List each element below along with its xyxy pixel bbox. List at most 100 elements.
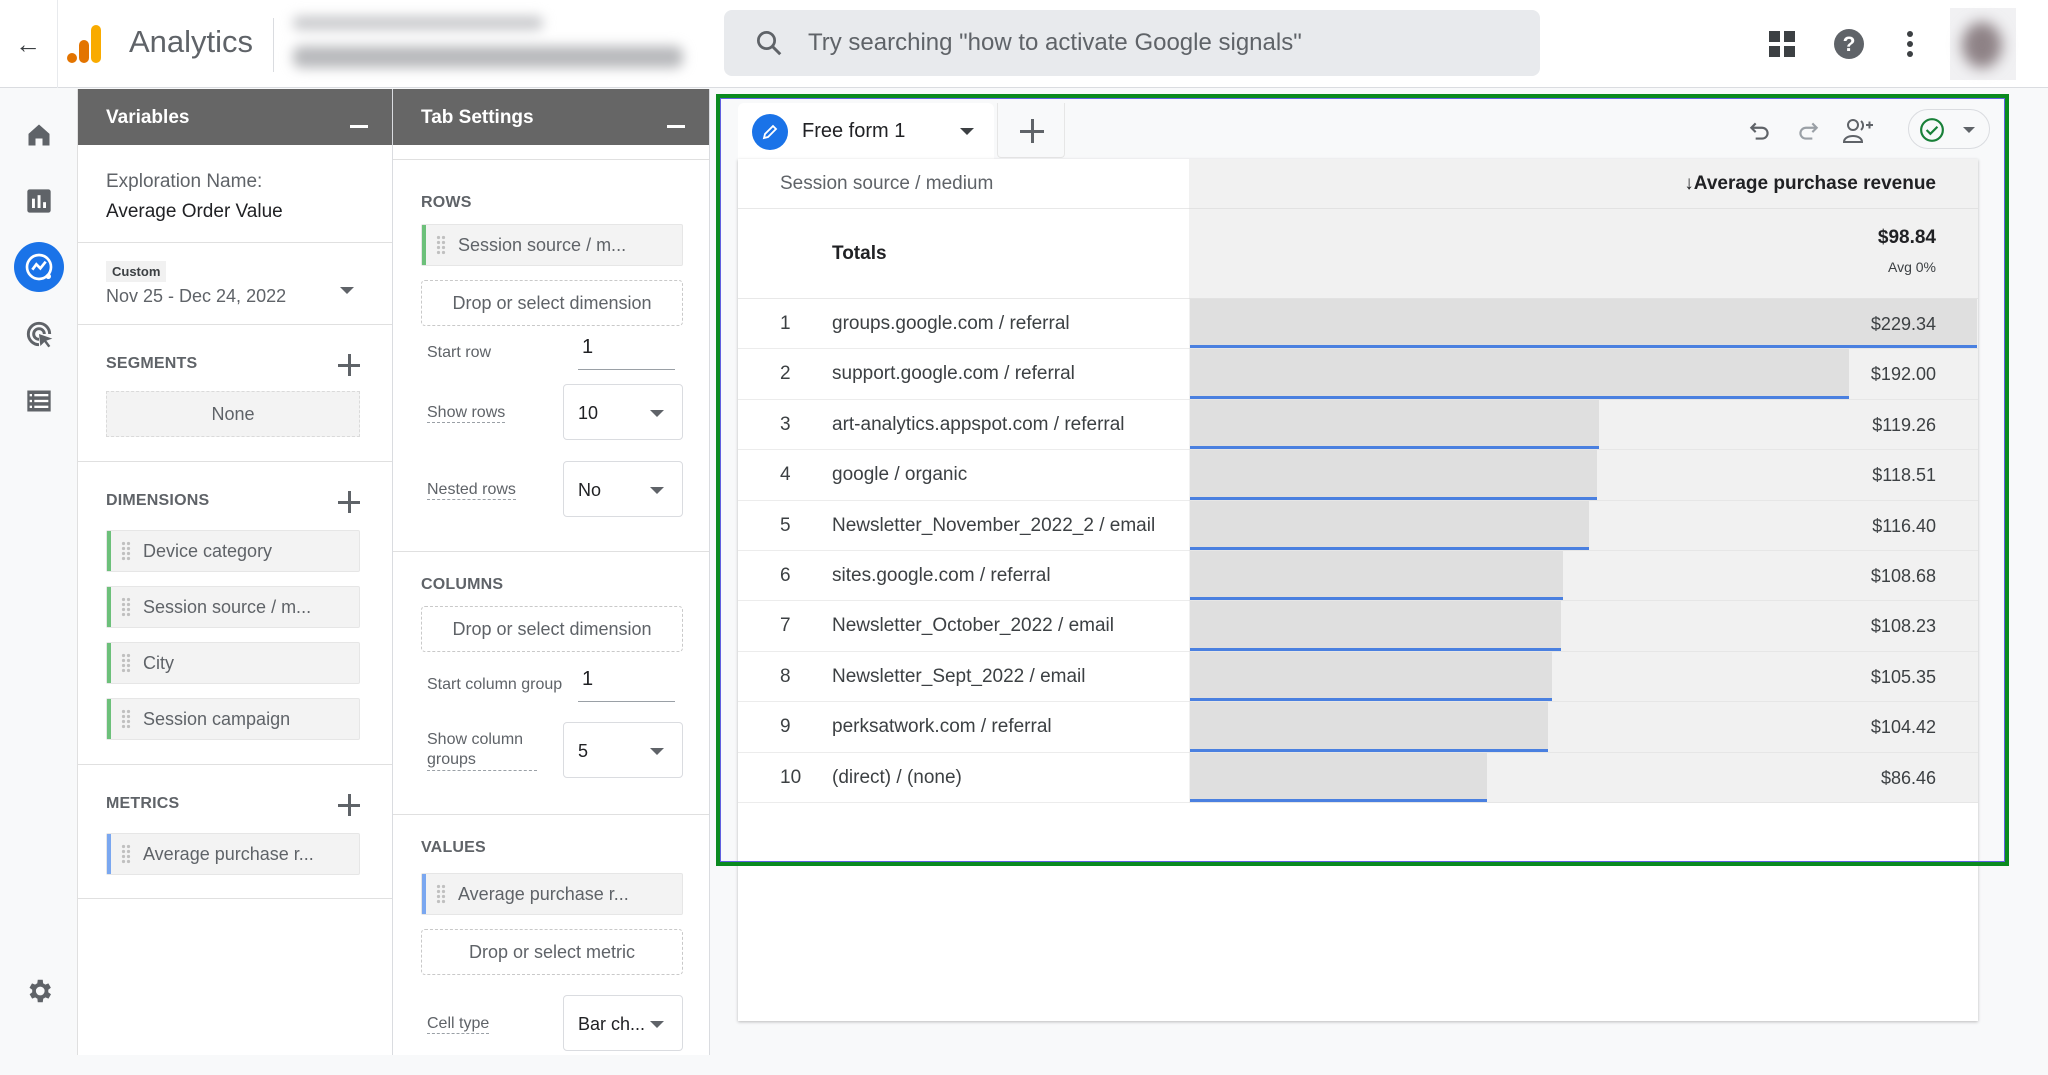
property-selector-blurred[interactable] bbox=[283, 10, 713, 80]
search-input[interactable] bbox=[808, 29, 1508, 57]
row-index: 10 bbox=[780, 766, 802, 788]
row-value: $105.35 bbox=[1870, 666, 1936, 687]
rows-dimension-chip[interactable]: Session source / m... bbox=[421, 224, 683, 266]
values-metric-chip[interactable]: Average purchase r... bbox=[421, 873, 683, 915]
table-row[interactable]: 6 sites.google.com / referral $108.68 bbox=[738, 551, 1978, 602]
table-row[interactable]: 2 support.google.com / referral $192.00 bbox=[738, 349, 1978, 400]
row-index: 3 bbox=[780, 413, 791, 435]
nav-explore[interactable] bbox=[14, 242, 64, 292]
row-label: google / organic bbox=[832, 464, 968, 486]
row-label: Newsletter_Sept_2022 / email bbox=[832, 665, 1086, 687]
add-segment-button[interactable] bbox=[338, 354, 360, 376]
undo-icon[interactable] bbox=[1742, 113, 1778, 149]
exploration-name-field[interactable]: Average Order Value bbox=[106, 201, 392, 223]
start-column-group-label: Start column group bbox=[427, 676, 563, 693]
show-column-groups-select[interactable]: 5 bbox=[563, 722, 683, 778]
metric-column-header[interactable]: ↓Average purchase revenue bbox=[1189, 159, 1978, 209]
dimension-chip[interactable]: Device category bbox=[106, 530, 360, 572]
top-app-bar: ← Analytics ? bbox=[0, 0, 2048, 88]
date-range-picker[interactable]: Custom Nov 25 - Dec 24, 2022 bbox=[78, 243, 392, 325]
dimension-column-header[interactable]: Session source / medium bbox=[738, 159, 1189, 209]
property-divider bbox=[273, 18, 274, 72]
account-avatar[interactable] bbox=[1950, 8, 2016, 80]
bar-fill bbox=[1190, 500, 1590, 550]
drag-handle-icon[interactable] bbox=[121, 597, 131, 617]
save-status-button[interactable] bbox=[1908, 109, 1990, 149]
help-icon[interactable]: ? bbox=[1829, 24, 1869, 64]
nav-home[interactable] bbox=[14, 110, 64, 160]
tab-free-form-1[interactable]: Free form 1 bbox=[738, 103, 994, 160]
add-metric-button[interactable] bbox=[338, 794, 360, 816]
redo-icon[interactable] bbox=[1790, 113, 1826, 149]
cell-type-value: Bar ch... bbox=[578, 1014, 646, 1034]
metric-cell: $229.34 bbox=[1189, 299, 1978, 350]
apps-grid-icon[interactable] bbox=[1762, 24, 1802, 64]
more-vert-icon[interactable] bbox=[1890, 24, 1930, 64]
drag-handle-icon[interactable] bbox=[121, 541, 131, 561]
table-row[interactable]: 3 art-analytics.appspot.com / referral $11… bbox=[738, 399, 1978, 451]
metric-cell: $108.23 bbox=[1189, 601, 1978, 652]
rows-drop-zone[interactable]: Drop or select dimension bbox=[421, 280, 683, 326]
tab-settings-title: Tab Settings bbox=[421, 107, 534, 128]
analytics-logo-icon[interactable] bbox=[66, 24, 102, 64]
table-row[interactable]: 8 Newsletter_Sept_2022 / email $105.35 bbox=[738, 651, 1978, 703]
add-dimension-button[interactable] bbox=[338, 491, 360, 513]
dimensions-section: DIMENSIONS Device category Session sourc… bbox=[78, 462, 392, 765]
add-tab-button[interactable] bbox=[997, 103, 1065, 158]
drag-handle-icon[interactable] bbox=[436, 884, 446, 904]
table-row[interactable]: 1 groups.google.com / referral $229.34 bbox=[738, 299, 1978, 350]
show-column-groups-label: Show column groups bbox=[427, 730, 537, 771]
nav-settings[interactable] bbox=[14, 966, 64, 1016]
bar-fill bbox=[1190, 450, 1597, 500]
dimension-chip[interactable]: Session source / m... bbox=[106, 586, 360, 628]
nav-advertising[interactable] bbox=[14, 309, 64, 359]
nested-rows-select[interactable]: No bbox=[563, 461, 683, 517]
row-index: 6 bbox=[780, 565, 791, 586]
saved-check-icon bbox=[1920, 118, 1944, 142]
table-row[interactable]: 9 perksatwork.com / referral $104.42 bbox=[738, 702, 1978, 753]
tab-name: Free form 1 bbox=[802, 120, 906, 142]
table-row[interactable]: 5 Newsletter_November_2022_2 / email $116.… bbox=[738, 500, 1978, 551]
segments-none[interactable]: None bbox=[106, 391, 360, 437]
minimize-tab-settings-button[interactable] bbox=[667, 125, 685, 128]
search-bar[interactable] bbox=[724, 10, 1540, 76]
start-column-group-input[interactable]: 1 bbox=[578, 662, 675, 702]
dimension-cell: 10 (direct) / (none) bbox=[738, 753, 1189, 803]
show-rows-select[interactable]: 10 bbox=[563, 384, 683, 440]
table-row[interactable]: 4 google / organic $118.51 bbox=[738, 450, 1978, 501]
totals-subtext: Avg 0% bbox=[1888, 259, 1936, 275]
drag-handle-icon[interactable] bbox=[121, 653, 131, 673]
drag-handle-icon[interactable] bbox=[121, 709, 131, 729]
list-icon bbox=[27, 390, 51, 412]
share-icon[interactable] bbox=[1840, 113, 1876, 149]
dimension-cell: 5 Newsletter_November_2022_2 / email bbox=[738, 501, 1189, 551]
dimension-chip[interactable]: City bbox=[106, 642, 360, 684]
cursor-target-icon bbox=[26, 321, 53, 348]
dimension-cell: 8 Newsletter_Sept_2022 / email bbox=[738, 652, 1189, 703]
metric-label: Average purchase r... bbox=[143, 843, 314, 864]
back-arrow-icon[interactable]: ← bbox=[8, 24, 48, 64]
bar-fill bbox=[1190, 752, 1487, 802]
cell-type-select[interactable]: Bar ch... bbox=[563, 995, 683, 1051]
metric-chip[interactable]: Average purchase r... bbox=[106, 833, 360, 875]
dimension-chip[interactable]: Session campaign bbox=[106, 698, 360, 740]
totals-label: Totals bbox=[738, 209, 1189, 299]
dimensions-title: DIMENSIONS bbox=[106, 492, 210, 509]
tab-settings-header: Tab Settings bbox=[393, 89, 709, 145]
nav-configure[interactable] bbox=[14, 376, 64, 426]
values-drop-zone[interactable]: Drop or select metric bbox=[421, 929, 683, 975]
drag-handle-icon[interactable] bbox=[121, 844, 131, 864]
show-rows-value: 10 bbox=[578, 403, 599, 423]
nav-reports[interactable] bbox=[14, 176, 64, 226]
drag-handle-icon[interactable] bbox=[436, 235, 446, 255]
chevron-down-icon[interactable] bbox=[960, 128, 974, 135]
table-row[interactable]: 7 Newsletter_October_2022 / email $108.23 bbox=[738, 601, 1978, 652]
dimension-cell: 9 perksatwork.com / referral bbox=[738, 702, 1189, 753]
minimize-variables-button[interactable] bbox=[350, 125, 368, 128]
svg-text:?: ? bbox=[1843, 33, 1856, 56]
columns-drop-zone[interactable]: Drop or select dimension bbox=[421, 606, 683, 652]
start-row-input[interactable]: 1 bbox=[578, 330, 675, 370]
header-divider bbox=[57, 0, 58, 88]
rows-chip-label: Session source / m... bbox=[458, 234, 627, 255]
table-row[interactable]: 10 (direct) / (none) $86.46 bbox=[738, 752, 1978, 803]
